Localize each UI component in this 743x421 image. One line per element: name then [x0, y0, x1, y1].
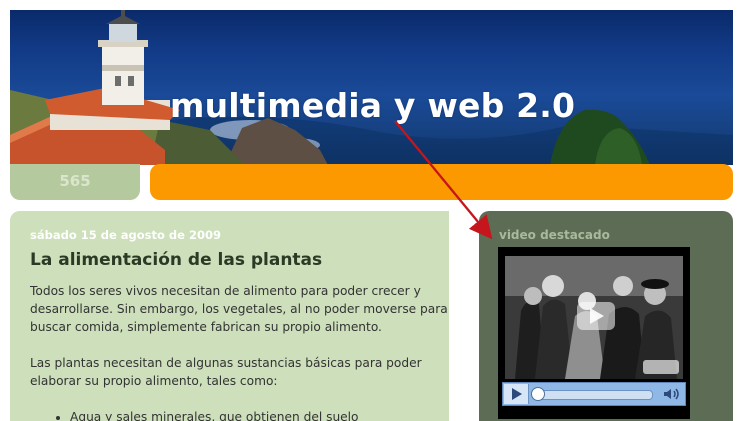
list-item: Agua y sales minerales, que obtienen del… [70, 408, 450, 421]
annotation-arrow [394, 120, 493, 240]
post-list: Agua y sales minerales, que obtienen del… [30, 408, 450, 421]
